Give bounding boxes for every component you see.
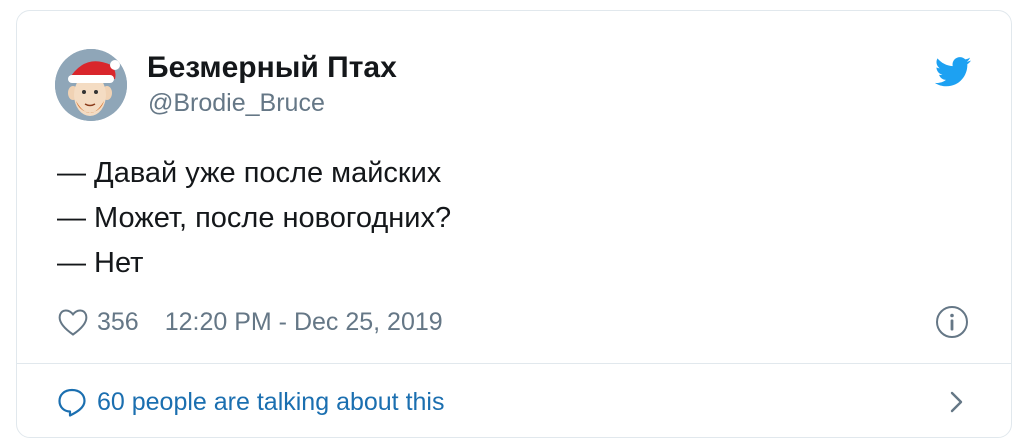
tweet-text-line: — Нет [57, 247, 144, 279]
talking-about-link[interactable]: 60 people are talking about this [57, 384, 444, 420]
talking-about-label: 60 people are talking about this [97, 387, 445, 416]
tweet-card: Безмерный Птах @Brodie_Bruce — Давай уже… [16, 10, 1012, 438]
info-icon[interactable] [935, 305, 969, 339]
chevron-right-icon[interactable] [947, 387, 967, 417]
like-count: 356 [97, 307, 139, 336]
tweet-text-line: — Давай уже после майских [57, 157, 442, 189]
display-name[interactable]: Безмерный Птах [147, 51, 397, 85]
tweet-meta: 356 12:20 PM - Dec 25, 2019 [57, 305, 443, 339]
avatar[interactable] [55, 49, 127, 121]
tweet-text: — Давай уже после майских — Может, после… [57, 151, 451, 286]
heart-icon [58, 309, 88, 336]
tweet-text-line: — Может, после новогодних? [57, 202, 452, 234]
twitter-bird-icon[interactable] [935, 57, 971, 87]
like-button[interactable]: 356 [57, 307, 139, 337]
user-handle[interactable]: @Brodie_Bruce [148, 89, 325, 118]
avatar-image [55, 49, 127, 121]
divider [17, 363, 1011, 364]
speech-bubble-icon [58, 388, 86, 417]
tweet-timestamp[interactable]: 12:20 PM - Dec 25, 2019 [165, 308, 443, 337]
